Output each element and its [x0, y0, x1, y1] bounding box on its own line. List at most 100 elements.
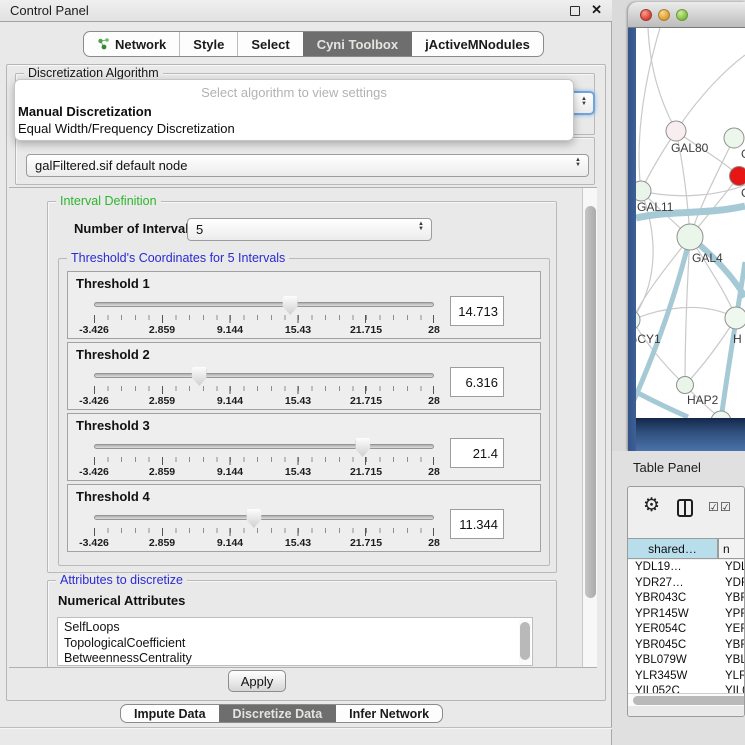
tab-select[interactable]: Select: [237, 32, 302, 56]
close-traffic-light-icon[interactable]: [640, 9, 652, 21]
threshold-value-input[interactable]: 11.344: [450, 509, 504, 539]
column-header-name[interactable]: n: [719, 539, 745, 558]
slider-track[interactable]: [94, 515, 434, 520]
minimize-traffic-light-icon[interactable]: [658, 9, 670, 21]
cell-name: YLR3: [719, 669, 745, 685]
tick-label: 2.859: [149, 466, 175, 478]
number-of-intervals-value: 5: [196, 222, 203, 237]
tab-cyni-toolbox[interactable]: Cyni Toolbox: [303, 32, 411, 56]
table-row[interactable]: YBR045C YBR0: [628, 638, 745, 654]
column-header-shared-name[interactable]: shared…: [628, 539, 719, 558]
cell-shared-name: YBL079W: [628, 653, 719, 669]
tab-style[interactable]: Style: [179, 32, 237, 56]
network-edge[interactable]: [639, 28, 660, 191]
network-node-ga[interactable]: [724, 128, 744, 148]
slider-handle[interactable]: [355, 438, 370, 457]
network-edge[interactable]: [676, 55, 745, 131]
threshold-slider[interactable]: -3.4262.8599.14415.4321.71528: [76, 506, 442, 548]
threshold-value-input[interactable]: 14.713: [450, 296, 504, 326]
group-title: Discretization Algorithm: [24, 66, 163, 80]
table-body: YDL19… YDL1YDR27… YDR2YBR043C YBR0YPR145…: [628, 560, 745, 700]
network-edge[interactable]: [648, 28, 676, 131]
tick-label: 9.144: [217, 395, 243, 407]
network-edge-highlighted[interactable]: [636, 392, 688, 417]
gear-icon[interactable]: ⚙: [643, 494, 660, 517]
threshold-slider[interactable]: -3.4262.8599.14415.4321.71528: [76, 364, 442, 406]
network-canvas[interactable]: GAL80GACGAL11GAL4GCY1HHAP2: [636, 28, 745, 418]
table-row[interactable]: YDL19… YDL1: [628, 560, 745, 576]
horizontal-scrollbar[interactable]: [628, 693, 745, 706]
network-node-hap2[interactable]: [677, 377, 694, 394]
threshold-value-input[interactable]: 6.316: [450, 367, 504, 397]
number-of-intervals-combobox[interactable]: 5 ▲▼: [187, 218, 432, 241]
network-node-gal11[interactable]: [636, 181, 651, 201]
slider-ticks: -3.4262.8599.14415.4321.71528: [94, 386, 434, 406]
table-row[interactable]: YPR145W YPR1: [628, 607, 745, 623]
tick-label: 2.859: [149, 324, 175, 336]
apply-button[interactable]: Apply: [228, 670, 286, 692]
tab-infer-network[interactable]: Infer Network: [335, 705, 442, 722]
network-node-gcy1[interactable]: [636, 310, 640, 330]
window-title: Control Panel: [0, 3, 89, 18]
dropdown-hint: Select algorithm to view settings: [15, 83, 573, 103]
cell-shared-name: YLR345W: [628, 669, 719, 685]
panel-scrollbar[interactable]: [582, 188, 597, 667]
list-scrollbar[interactable]: [519, 620, 531, 665]
tab-network[interactable]: Network: [84, 32, 179, 56]
scrollbar-thumb[interactable]: [633, 696, 745, 705]
network-node[interactable]: [711, 411, 731, 418]
zoom-traffic-light-icon[interactable]: [676, 9, 688, 21]
select-all-checkbox-icon[interactable]: ☑: [708, 500, 719, 514]
float-window-icon[interactable]: [570, 6, 580, 16]
slider-ticks: -3.4262.8599.14415.4321.71528: [94, 315, 434, 335]
network-edge-highlighted[interactable]: [636, 237, 690, 400]
select-none-checkbox-icon[interactable]: ☑: [720, 500, 731, 514]
network-node-h[interactable]: [725, 307, 745, 329]
tab-jactivemnodules[interactable]: jActiveMNodules: [411, 32, 543, 56]
scrollbar-thumb[interactable]: [585, 206, 596, 598]
slider-handle[interactable]: [283, 296, 298, 315]
scrollbar-thumb[interactable]: [520, 622, 530, 660]
attribute-item[interactable]: BetweennessCentrality: [64, 651, 532, 666]
tick-label: 9.144: [217, 466, 243, 478]
attribute-item[interactable]: SelfLoops: [64, 620, 532, 636]
table-row[interactable]: YDR27… YDR2: [628, 576, 745, 592]
network-node-c[interactable]: [730, 167, 745, 186]
threshold-label: Threshold 2: [76, 347, 532, 362]
threshold-block: Threshold 1 -3.4262.8599.14415.4321.7152…: [67, 271, 541, 339]
attribute-item[interactable]: TopologicalCoefficient: [64, 636, 532, 652]
table-row[interactable]: YBR043C YBR0: [628, 591, 745, 607]
slider-track[interactable]: [94, 373, 434, 378]
threshold-label: Threshold 3: [76, 418, 532, 433]
tab-impute-data[interactable]: Impute Data: [121, 705, 219, 722]
network-edge[interactable]: [641, 185, 745, 196]
tick-label: 28: [428, 466, 440, 478]
control-panel-titlebar: Control Panel ✕: [0, 0, 612, 22]
threshold-list: Threshold 1 -3.4262.8599.14415.4321.7152…: [67, 271, 541, 555]
node-label: H: [733, 332, 742, 346]
application-root: Control Panel ✕ Network Style Select Cyn…: [0, 0, 745, 745]
slider-handle[interactable]: [246, 509, 261, 528]
threshold-slider[interactable]: -3.4262.8599.14415.4321.71528: [76, 435, 442, 477]
slider-track[interactable]: [94, 302, 434, 307]
threshold-value-input[interactable]: 21.4: [450, 438, 504, 468]
tick-label: -3.426: [79, 324, 109, 336]
network-node-gal80[interactable]: [666, 121, 686, 141]
close-icon[interactable]: ✕: [591, 2, 602, 18]
table-data-combobox[interactable]: galFiltered.sif default node ▲▼: [26, 154, 589, 177]
table-row[interactable]: YLR345W YLR3: [628, 669, 745, 685]
cell-shared-name: YER054C: [628, 622, 719, 638]
tab-label: Discretize Data: [233, 707, 323, 721]
slider-track[interactable]: [94, 444, 434, 449]
network-node-gal4[interactable]: [677, 224, 703, 250]
column-layout-icon[interactable]: [677, 499, 693, 517]
table-row[interactable]: YBL079W YBL0: [628, 653, 745, 669]
dropdown-option-equal-width[interactable]: Equal Width/Frequency Discretization: [15, 120, 573, 137]
table-row[interactable]: YER054C YER0: [628, 622, 745, 638]
slider-handle[interactable]: [192, 367, 207, 386]
threshold-slider[interactable]: -3.4262.8599.14415.4321.71528: [76, 293, 442, 335]
cell-shared-name: YDL19…: [628, 560, 719, 576]
numerical-attributes-list[interactable]: SelfLoopsTopologicalCoefficientBetweenne…: [57, 617, 533, 666]
tab-discretize-data[interactable]: Discretize Data: [219, 705, 336, 722]
dropdown-option-manual[interactable]: Manual Discretization: [15, 103, 573, 120]
